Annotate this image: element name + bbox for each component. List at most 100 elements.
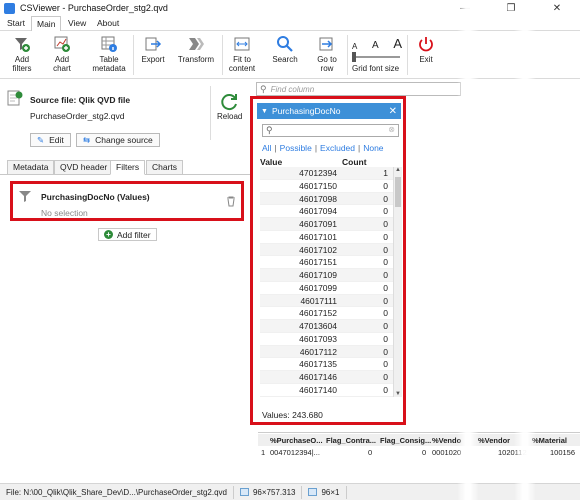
list-item[interactable]: 46017111 0 (260, 294, 393, 308)
filter-selection-status: No selection (41, 208, 88, 218)
list-item[interactable]: 46017109 0 (260, 269, 393, 282)
list-item[interactable]: 46017098 0 (260, 192, 393, 206)
tab-qvd-header[interactable]: QVD header (54, 160, 114, 175)
tab-metadata[interactable]: Metadata (7, 160, 55, 175)
add-filters-button[interactable]: Add filters (8, 35, 36, 73)
value-cell: 46017111 (300, 295, 337, 306)
count-cell: 0 (383, 257, 388, 268)
export-button[interactable]: Export (139, 35, 167, 64)
add-chart-button[interactable]: Add chart (48, 35, 76, 73)
list-item[interactable]: 46017094 0 (260, 205, 393, 219)
close-icon[interactable]: ✕ (389, 106, 397, 117)
scrollbar-thumb[interactable] (395, 177, 401, 207)
grid-header-cell[interactable]: %PurchaseO... (270, 436, 326, 445)
count-cell: 0 (383, 282, 388, 293)
grid-cell[interactable]: 0 (422, 448, 426, 457)
plus-icon: + (104, 230, 113, 239)
go-to-row-button[interactable]: Go to row (313, 35, 341, 73)
tab-charts[interactable]: Charts (146, 160, 184, 175)
menu-start[interactable]: Start (2, 16, 30, 31)
count-cell: 0 (383, 321, 388, 332)
add-filter-button[interactable]: + Add filter (98, 228, 157, 241)
font-size-slider[interactable] (352, 52, 400, 62)
search-icon: ⚲ (260, 83, 267, 94)
fit-to-content-button[interactable]: Fit to content (226, 35, 258, 73)
menu-view[interactable]: View (63, 16, 91, 31)
select-all-link[interactable]: All (262, 143, 271, 153)
select-possible-link[interactable]: Possible (280, 143, 312, 153)
transform-button[interactable]: Transform (178, 35, 214, 64)
value-cell: 46017112 (299, 346, 337, 357)
value-cell: 46017091 (299, 219, 337, 230)
list-item[interactable]: 46017112 0 (260, 345, 393, 359)
count-cell: 0 (383, 295, 388, 306)
selection-links: All | Possible | Excluded | None (262, 143, 384, 153)
table-metadata-button[interactable]: Table metadata (90, 35, 128, 73)
clear-icon[interactable]: ⊗ (388, 125, 395, 134)
panel-tabs: Metadata QVD header Filters Charts (0, 160, 250, 175)
list-item[interactable]: 46017093 0 (260, 333, 393, 346)
value-cell: 46017101 (299, 231, 337, 242)
popup-scrollbar[interactable]: ▲ ▼ (393, 167, 402, 397)
count-cell: 0 (383, 359, 388, 370)
grid-cell[interactable]: 0047012394|... (270, 448, 326, 457)
scroll-up-arrow-icon[interactable]: ▲ (395, 167, 401, 173)
trash-icon[interactable] (226, 196, 236, 207)
close-window-button[interactable]: ✕ (534, 0, 580, 16)
popup-values-count: Values: 243.680 (262, 410, 323, 420)
grid-header-cell[interactable]: Flag_Contra... (326, 436, 380, 445)
count-cell: 0 (383, 346, 388, 357)
grid-header-cell[interactable]: %Material (532, 436, 580, 445)
count-cell: 0 (383, 206, 388, 217)
value-cell: 46017094 (299, 206, 337, 217)
find-column-input[interactable]: ⚲ Find column (256, 82, 461, 96)
value-cell: 46017135 (299, 359, 337, 370)
tab-filters[interactable]: Filters (110, 160, 146, 175)
change-source-button[interactable]: ⇆ Change source (76, 133, 160, 147)
grid-cell[interactable]: 100156 (550, 448, 580, 457)
filter-card[interactable]: PurchasingDocNo (Values) No selection (10, 181, 244, 221)
menu-main[interactable]: Main (31, 16, 62, 32)
reload-button[interactable]: Reload (217, 92, 242, 121)
list-item[interactable]: 46017091 0 (260, 218, 393, 231)
popup-values-list: 47012394 1 46017150 0 46017098 0 46017094 0 4601… (260, 167, 393, 397)
list-item[interactable]: 46017146 0 (260, 371, 393, 385)
edit-button[interactable]: ✎ Edit (30, 133, 71, 147)
list-item[interactable]: 47012394 1 (260, 167, 393, 180)
list-item[interactable]: 46017152 0 (260, 307, 393, 321)
search-button[interactable]: Search (270, 35, 300, 64)
ribbon-separator (407, 35, 408, 75)
exit-button[interactable]: Exit (414, 35, 438, 64)
font-size-slider-knob[interactable] (352, 52, 356, 62)
select-none-link[interactable]: None (363, 143, 383, 153)
select-excluded-link[interactable]: Excluded (320, 143, 355, 153)
popup-search-input[interactable]: ⚲ ⊗ (262, 124, 399, 137)
go-to-row-icon (319, 37, 333, 51)
grid-font-size-control[interactable]: A A A Grid font size (352, 35, 402, 73)
list-item[interactable]: 46017099 0 (260, 282, 393, 295)
status-filtered-dimensions: 96×1 (302, 485, 347, 499)
menu-about[interactable]: About (92, 16, 124, 31)
list-item[interactable]: 46017102 0 (260, 243, 393, 257)
list-item[interactable]: 46017140 0 (260, 384, 393, 397)
grid-cell[interactable]: 0 (368, 448, 372, 457)
list-item[interactable]: 46017151 0 (260, 256, 393, 270)
popup-column-header: Value Count (260, 155, 400, 167)
table-icon (239, 488, 249, 496)
swap-icon: ⇆ (83, 134, 91, 145)
filter-values-popup: ▼ PurchasingDocNo ✕ ⚲ ⊗ All | Possible | Exc… (250, 96, 406, 425)
count-cell: 0 (383, 231, 388, 242)
power-icon (419, 37, 433, 52)
grid-header-cell[interactable]: Flag_Consig... (380, 436, 432, 445)
left-panel: Source file: Qlik QVD file PurchaseOrder… (0, 80, 250, 483)
list-item[interactable]: 46017101 0 (260, 231, 393, 244)
status-file-path: File: N:\00_Qlik\Qlik_Share_Dev\D...\Pur… (0, 485, 234, 499)
dropdown-triangle-icon[interactable]: ▼ (261, 108, 268, 115)
list-item[interactable]: 46017135 0 (260, 358, 393, 372)
value-cell: 46017109 (299, 270, 337, 281)
count-cell: 0 (383, 372, 388, 383)
list-item[interactable]: 46017150 0 (260, 180, 393, 193)
scroll-down-arrow-icon[interactable]: ▼ (395, 391, 401, 397)
list-item[interactable]: 47013604 0 (260, 320, 393, 333)
count-cell: 0 (383, 219, 388, 230)
